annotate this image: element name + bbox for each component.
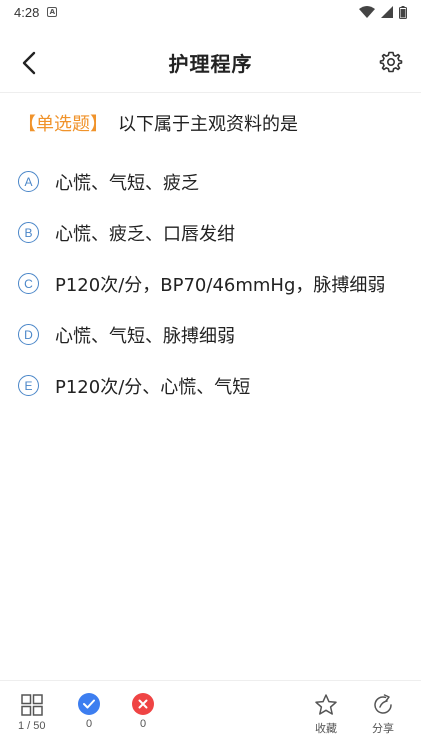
option-letter: B [18, 222, 39, 243]
option-text: P120次/分、心慌、气短 [55, 376, 251, 398]
cross-icon [132, 693, 154, 715]
option-text: 心慌、疲乏、口唇发绀 [55, 223, 235, 245]
app-bar: 护理程序 [0, 38, 421, 86]
back-arrow-icon [22, 51, 36, 75]
page-title: 护理程序 [168, 51, 253, 76]
progress-label: 1 / 50 [18, 720, 46, 732]
share-label: 分享 [372, 723, 394, 735]
question-text: 以下属于主观资料的是 [118, 114, 298, 135]
option-letter: A [18, 171, 39, 192]
check-icon [78, 693, 100, 715]
option-c[interactable]: C P120次/分，BP70/46mmHg，脉搏细弱 [18, 258, 413, 309]
option-text: 心慌、气短、疲乏 [55, 172, 199, 194]
option-text: 心慌、气短、脉搏细弱 [55, 325, 235, 347]
question: 【单选题】 以下属于主观资料的是 [18, 110, 298, 136]
option-letter: C [18, 273, 39, 294]
bottom-bar: 1 / 50 0 0 收藏 分享 [0, 680, 421, 748]
options-list: A 心慌、气短、疲乏 B 心慌、疲乏、口唇发绀 C P120次/分，BP70/4… [18, 156, 413, 411]
question-type-label: 【单选题】 [18, 114, 108, 135]
header-divider [0, 92, 421, 93]
wrong-count: 0 [132, 693, 154, 730]
share-icon [374, 694, 392, 714]
status-icons [359, 5, 407, 19]
battery-icon [399, 5, 407, 19]
star-icon [315, 694, 337, 715]
share-button[interactable]: 分享 [371, 693, 395, 736]
option-b[interactable]: B 心慌、疲乏、口唇发绀 [18, 207, 413, 258]
wrong-count-label: 0 [139, 718, 147, 730]
grid-icon [21, 694, 43, 716]
settings-button[interactable] [377, 48, 405, 76]
option-a[interactable]: A 心慌、气短、疲乏 [18, 156, 413, 207]
question-grid-button[interactable]: 1 / 50 [18, 693, 46, 732]
wifi-icon [359, 6, 375, 18]
signal-icon [381, 6, 393, 18]
status-bar: 4:28 A [0, 0, 421, 24]
notification-indicator: A [47, 7, 58, 17]
gear-icon [379, 51, 403, 73]
option-text: P120次/分，BP70/46mmHg，脉搏细弱 [55, 274, 386, 296]
favorite-button[interactable]: 收藏 [314, 693, 338, 736]
option-letter: E [18, 375, 39, 396]
option-letter: D [18, 324, 39, 345]
favorite-label: 收藏 [315, 723, 337, 735]
status-time: 4:28 [14, 4, 40, 20]
option-d[interactable]: D 心慌、气短、脉搏细弱 [18, 309, 413, 360]
correct-count-label: 0 [85, 718, 93, 730]
correct-count: 0 [78, 693, 100, 730]
option-e[interactable]: E P120次/分、心慌、气短 [18, 360, 413, 411]
back-button[interactable] [14, 48, 44, 78]
